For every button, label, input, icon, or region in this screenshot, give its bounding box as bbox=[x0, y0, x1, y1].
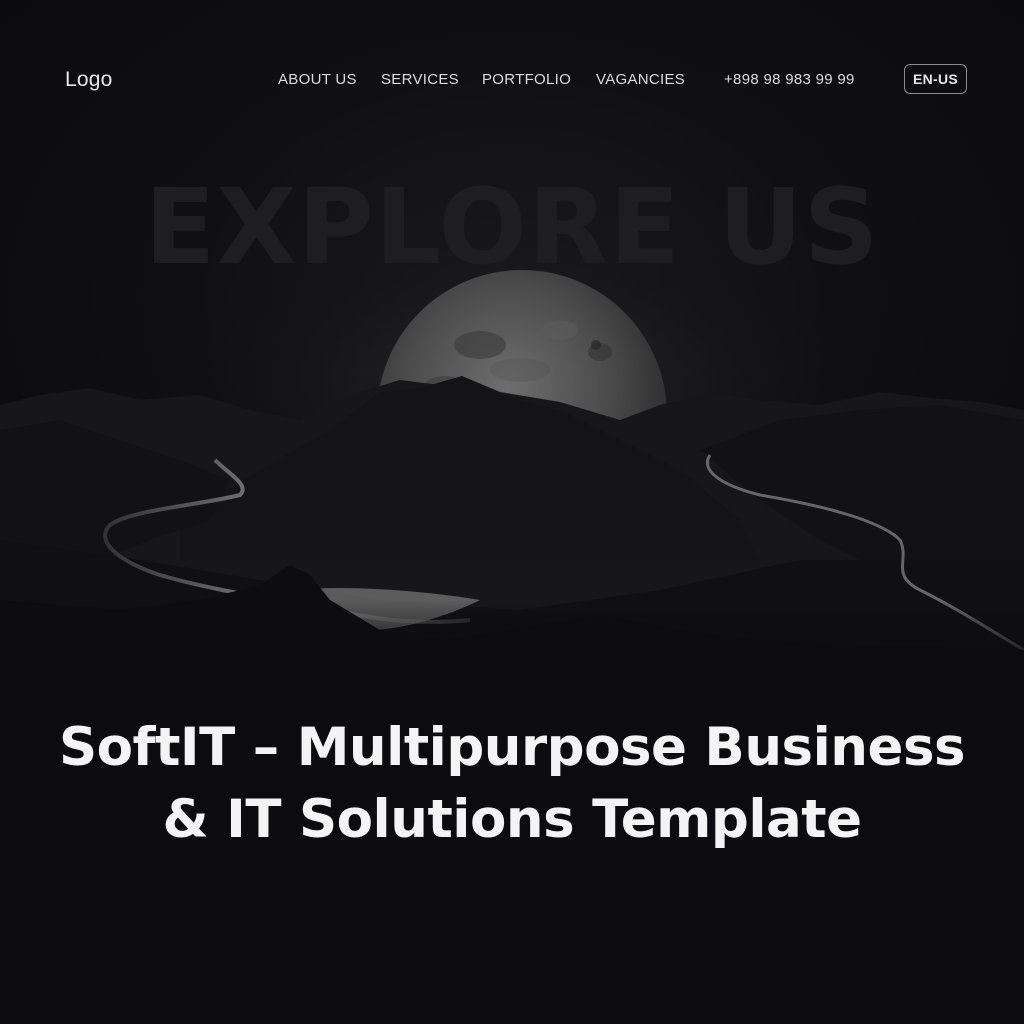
landing-page: EXPLORE US Logo ABOUT US SERVICES PORTFO… bbox=[0, 0, 1024, 1024]
nav-link-portfolio[interactable]: PORTFOLIO bbox=[482, 71, 571, 88]
hero-watermark-text: EXPLORE US bbox=[144, 166, 880, 288]
nav-link-services[interactable]: SERVICES bbox=[381, 71, 459, 88]
language-selector-button[interactable]: EN-US bbox=[904, 64, 967, 94]
nav-link-vacancies[interactable]: VAGANCIES bbox=[596, 71, 685, 88]
top-navigation-bar: Logo ABOUT US SERVICES PORTFOLIO VAGANCI… bbox=[0, 0, 1024, 160]
phone-number-link[interactable]: +898 98 983 99 99 bbox=[724, 71, 855, 88]
headline-line-2: & IT Solutions Template bbox=[162, 789, 862, 850]
nav-link-about-us[interactable]: ABOUT US bbox=[278, 71, 357, 88]
page-headline: SoftIT – Multipurpose Business & IT Solu… bbox=[0, 712, 1024, 856]
hero-bottom-fade bbox=[0, 600, 1024, 660]
headline-line-1: SoftIT – Multipurpose Business bbox=[58, 717, 966, 778]
logo[interactable]: Logo bbox=[65, 68, 113, 92]
